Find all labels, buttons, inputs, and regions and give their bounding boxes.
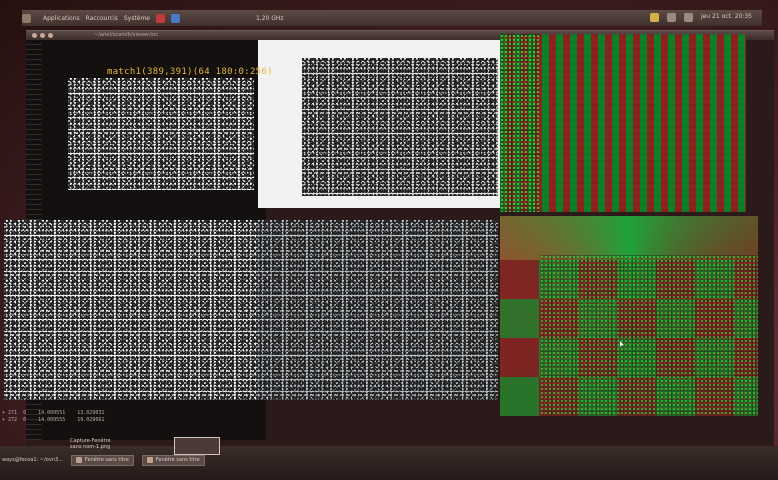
image-left-bottom — [4, 220, 256, 400]
image-flow-bottom-right-speckle — [540, 255, 758, 416]
taskbar-window-2-label: Fenêtre sans titre — [155, 457, 200, 463]
taskbar-window-1-label: Fenêtre sans titre — [84, 457, 129, 463]
close-icon[interactable] — [32, 33, 37, 38]
notification-icon[interactable] — [649, 13, 659, 22]
taskbar-window-2[interactable]: Fenêtre sans titre — [141, 454, 205, 466]
volume-icon[interactable] — [683, 13, 693, 22]
screenshot-file: sans nom-1.png — [70, 444, 111, 450]
window-icon — [146, 457, 153, 463]
window-icon — [75, 457, 82, 463]
launcher-icon[interactable] — [155, 13, 165, 23]
cpu-frequency: 1,20 GHz — [255, 14, 284, 22]
terminal-line: + 271 0 14.009551 13.029031 — [2, 410, 105, 416]
match-caption: match1(389,391)(64 180:0:256) — [107, 67, 273, 77]
terminal-output: + 271 0 14.009551 13.029031 + 272 0 14.0… — [2, 410, 104, 424]
help-icon[interactable] — [170, 13, 180, 23]
minimize-icon[interactable] — [40, 33, 45, 38]
image-left-top — [68, 78, 254, 190]
taskbar-terminal[interactable]: ways@fecoa1: ~/ovn3... — [2, 457, 63, 463]
image-center-top — [302, 58, 498, 196]
menu-applications[interactable]: Applications — [43, 15, 80, 22]
screenshot-notification[interactable]: Capture-Fenêtre sans nom-1.png — [70, 438, 111, 450]
network-icon[interactable] — [666, 13, 676, 22]
taskbar-window-1[interactable]: Fenêtre sans titre — [70, 454, 134, 466]
window-path: ~/ariel/ocamlb/viewer/src — [94, 32, 159, 38]
top-panel: Applications Raccourcis Système 1,20 GHz… — [22, 10, 762, 26]
image-flow-top-right-noise — [500, 34, 540, 212]
distro-logo-icon[interactable] — [22, 13, 31, 23]
menu-raccourcis[interactable]: Raccourcis — [86, 15, 118, 22]
taskbar: ways@fecoa1: ~/ovn3... Fenêtre sans titr… — [0, 454, 778, 466]
image-center-bottom — [256, 220, 498, 400]
screenshot-thumbnail[interactable] — [174, 437, 220, 455]
menu-systeme[interactable]: Système — [124, 15, 150, 22]
maximize-icon[interactable] — [48, 33, 53, 38]
projected-screen: Applications Raccourcis Système 1,20 GHz… — [0, 0, 778, 480]
clock[interactable]: jeu 21 oct. 20:35 — [701, 13, 752, 22]
terminal-line: + 272 0 14.009555 19.029661 — [2, 417, 105, 423]
